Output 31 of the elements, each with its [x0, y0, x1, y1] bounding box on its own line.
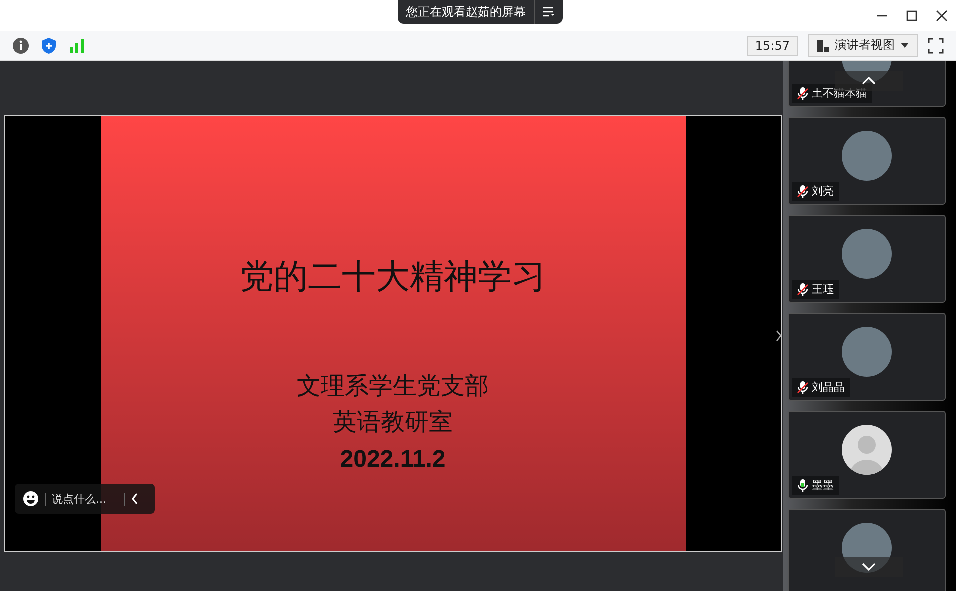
menu-icon[interactable] [543, 7, 555, 17]
meeting-time: 15:57 [747, 36, 798, 56]
chevron-left-icon[interactable] [131, 493, 139, 505]
shield-icon[interactable] [40, 36, 58, 54]
chevron-down-icon [862, 563, 876, 571]
participant-name: 王珏 [792, 280, 839, 299]
scroll-down-button[interactable] [835, 557, 903, 577]
participant-tile[interactable] [788, 509, 946, 591]
slide-date: 2022.11.2 [340, 446, 446, 474]
slide-subtitle: 文理系学生党支部 [297, 371, 489, 402]
slide-subtitle: 英语教研室 [333, 407, 453, 438]
close-icon[interactable] [936, 10, 948, 22]
participant-tile[interactable]: 墨墨 [788, 411, 946, 499]
participant-name: 墨墨 [792, 476, 839, 495]
fullscreen-icon[interactable] [928, 38, 944, 54]
chat-input[interactable]: 说点什么... [45, 492, 125, 506]
emoji-icon[interactable] [23, 491, 39, 507]
chevron-up-icon [862, 77, 876, 85]
participant-name: 刘晶晶 [792, 378, 850, 397]
participant-tile[interactable]: 刘亮 [788, 117, 946, 205]
slide-title: 党的二十大精神学习 [240, 256, 546, 299]
participant-tile[interactable]: 刘晶晶 [788, 313, 946, 401]
caret-icon [901, 43, 909, 48]
view-dropdown[interactable]: 演讲者视图 [808, 34, 918, 57]
layout-icon [817, 40, 829, 52]
participant-name: 刘亮 [792, 182, 839, 201]
maximize-icon[interactable] [906, 10, 918, 22]
info-icon[interactable] [12, 36, 30, 54]
chevron-right-icon[interactable] [775, 329, 783, 343]
participant-tile[interactable]: 王珏 [788, 215, 946, 303]
banner-text: 您正在观看赵茹的屏幕 [405, 4, 527, 20]
